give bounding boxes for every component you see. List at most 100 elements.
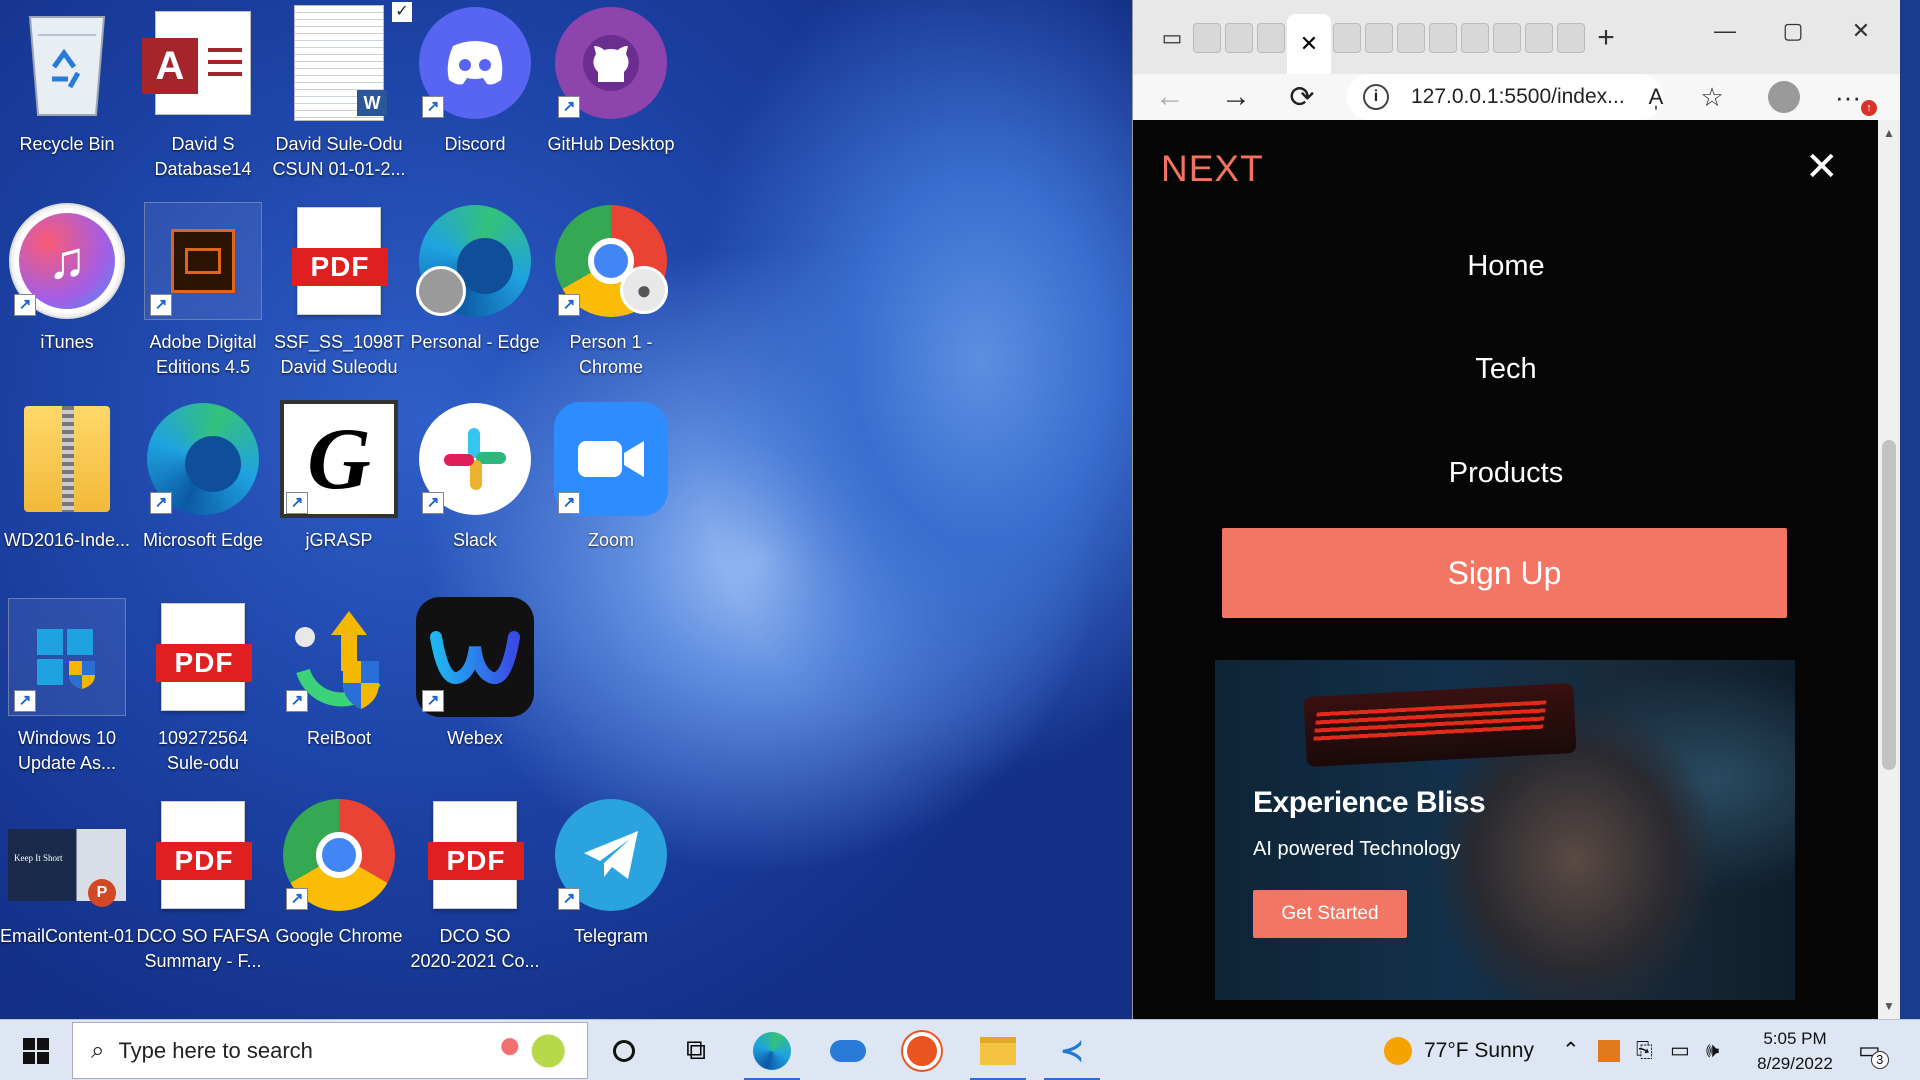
desktop-icon-microsoft-edge[interactable]: ↗ Microsoft Edge (136, 400, 270, 596)
taskbar-search-input[interactable]: ⌕ Type here to search (72, 1022, 588, 1079)
maximize-icon[interactable]: ▢ (1759, 10, 1827, 52)
desktop-icon-pdf-fafsa[interactable]: PDF DCO SO FAFSA Summary - F... (136, 796, 270, 992)
thumbnail-text: Keep It Short (14, 853, 63, 863)
read-aloud-icon[interactable]: A̩ (1633, 74, 1679, 120)
show-hidden-icons-chevron-icon[interactable]: ⌃ (1562, 1020, 1580, 1080)
minimize-icon[interactable]: — (1691, 10, 1759, 52)
profile-avatar-icon[interactable] (1761, 74, 1807, 120)
desktop-icon-zip-folder[interactable]: WD2016-Inde... (0, 400, 134, 596)
scroll-up-icon[interactable]: ▲ (1878, 126, 1900, 140)
get-started-button[interactable]: Get Started (1253, 890, 1407, 938)
desktop-icon-label: Person 1 - Chrome (569, 332, 653, 377)
start-button[interactable] (0, 1020, 72, 1080)
new-tab-plus-icon[interactable]: + (1587, 19, 1625, 57)
active-tab-close-icon[interactable]: ✕ (1287, 14, 1331, 74)
add-favorite-star-icon[interactable]: ☆ (1689, 74, 1735, 120)
desktop-icon-github-desktop[interactable]: ↗ GitHub Desktop (544, 4, 678, 200)
taskbar-file-explorer-icon[interactable] (962, 1020, 1034, 1080)
nav-link-home[interactable]: Home (1133, 250, 1879, 283)
zoom-icon: ↗ (552, 400, 670, 518)
reiboot-icon: ↗ (280, 598, 398, 716)
desktop-icon-zoom[interactable]: ↗ Zoom (544, 400, 678, 596)
zip-folder-icon (8, 400, 126, 518)
taskbar-onedrive-icon[interactable] (812, 1020, 884, 1080)
desktop-icon-windows-update-assistant[interactable]: ↗ Windows 10 Update As... (0, 598, 134, 794)
desktop-icon-pdf-109272564[interactable]: PDF 109272564 Sule-odu (136, 598, 270, 794)
desktop-icon-webex[interactable]: ↗ Webex (408, 597, 542, 794)
desktop-icon-recycle-bin[interactable]: Recycle Bin (0, 4, 134, 200)
desktop-icon-label: David S Database14 (154, 134, 252, 179)
tab-pinned[interactable] (1365, 23, 1393, 53)
desktop-icon-access-database[interactable]: A David S Database14 (136, 4, 270, 200)
vr-headset-image (1303, 682, 1577, 768)
forward-arrow-icon[interactable]: → (1213, 74, 1259, 120)
back-arrow-icon[interactable]: ← (1147, 74, 1193, 120)
desktop-icon-label: Webex (447, 728, 503, 748)
desktop-icon-reiboot[interactable]: ↗ ReiBoot (272, 598, 406, 794)
desktop-icon-google-chrome[interactable]: ↗ Google Chrome (272, 796, 406, 992)
address-input[interactable]: i 127.0.0.1:5500/index... (1347, 74, 1663, 120)
taskbar: ⌕ Type here to search ⧉ ≺ 77°F Sunny ⌃ ⎘… (0, 1019, 1920, 1080)
shortcut-arrow-icon: ↗ (150, 492, 172, 514)
shortcut-arrow-icon: ↗ (14, 294, 36, 316)
menu-close-icon[interactable]: ✕ (1805, 144, 1839, 190)
shortcut-arrow-icon: ↗ (14, 690, 36, 712)
tab-pinned[interactable] (1257, 23, 1285, 53)
word-letter: W (357, 90, 387, 116)
desktop-icon-person1-chrome[interactable]: ● ↗ Person 1 - Chrome (544, 202, 678, 398)
notification-center-icon[interactable]: ▭ 3 (1858, 1020, 1889, 1080)
tab-pinned[interactable] (1429, 23, 1457, 53)
pdf-file-icon: PDF (144, 796, 262, 914)
tab-actions-icon[interactable]: ▭ (1153, 19, 1191, 57)
scrollbar-thumb[interactable] (1882, 440, 1896, 770)
site-info-icon[interactable]: i (1363, 84, 1389, 110)
taskbar-vscode-icon[interactable]: ≺ (1036, 1020, 1108, 1080)
tab-pinned[interactable] (1225, 23, 1253, 53)
taskbar-edge-icon[interactable] (736, 1020, 808, 1080)
desktop-icon-telegram[interactable]: ↗ Telegram (544, 796, 678, 992)
nav-link-tech[interactable]: Tech (1133, 353, 1879, 386)
battery-icon[interactable]: ▭ (1670, 1020, 1690, 1080)
window-close-icon[interactable]: ✕ (1827, 10, 1895, 52)
desktop-icon-jgrasp[interactable]: G ↗ jGRASP (272, 400, 406, 596)
nav-link-products[interactable]: Products (1133, 457, 1879, 490)
tab-pinned[interactable] (1493, 23, 1521, 53)
pdf-label: PDF (156, 644, 252, 682)
desktop-icon-pdf-dco-2020[interactable]: PDF DCO SO 2020-2021 Co... (408, 796, 542, 992)
desktop-icon-word-doc[interactable]: W ✓ David Sule-Odu CSUN 01-01-2... (272, 2, 412, 200)
edge-profile-icon (416, 202, 534, 320)
person-icon: ● (620, 266, 668, 314)
tab-pinned[interactable] (1333, 23, 1361, 53)
taskbar-clock[interactable]: 5:05 PM 8/29/2022 (1740, 1026, 1850, 1076)
sign-up-button[interactable]: Sign Up (1222, 528, 1787, 618)
desktop-icon-adobe-digital-editions[interactable]: ↗ Adobe Digital Editions 4.5 (136, 202, 270, 398)
tab-pinned[interactable] (1193, 23, 1221, 53)
tab-pinned[interactable] (1461, 23, 1489, 53)
tab-pinned[interactable] (1525, 23, 1553, 53)
pdf-file-icon: PDF (280, 202, 398, 320)
desktop-icon-email-content[interactable]: Keep It Short P EmailContent-01 (0, 796, 134, 992)
refresh-icon[interactable]: ⟳ (1279, 74, 1325, 120)
desktop-icon-discord[interactable]: ↗ Discord (408, 4, 542, 200)
scroll-down-icon[interactable]: ▼ (1878, 999, 1900, 1013)
task-view-icon[interactable]: ⧉ (660, 1020, 732, 1080)
desktop: Recycle Bin A David S Database14 W ✓ Dav… (0, 0, 1132, 1019)
edge-browser-window: ▭ ✕ + — ▢ ✕ ← → ⟳ i 127.0.0.1:5500/index… (1132, 0, 1900, 1019)
pdf-label: PDF (428, 842, 524, 880)
weather-widget[interactable]: 77°F Sunny (1384, 1020, 1534, 1080)
tab-pinned[interactable] (1397, 23, 1425, 53)
desktop-icon-itunes[interactable]: ♫ ↗ iTunes (0, 202, 134, 398)
cortana-icon[interactable] (588, 1020, 660, 1080)
tab-pinned[interactable] (1557, 23, 1585, 53)
volume-icon[interactable]: 🕪 (1706, 1020, 1719, 1080)
desktop-icon-slack[interactable]: ↗ Slack (408, 400, 542, 596)
tray-device-icon[interactable]: ⎘ (1636, 1020, 1653, 1080)
tray-app-icon[interactable] (1598, 1020, 1620, 1080)
shortcut-arrow-icon: ↗ (422, 96, 444, 118)
desktop-icon-pdf-1098t[interactable]: PDF SSF_SS_1098T David Suleodu (272, 202, 406, 398)
site-logo[interactable]: NEXT (1161, 148, 1264, 190)
page-scrollbar[interactable]: ▲ ▼ (1878, 120, 1900, 1019)
discord-icon: ↗ (416, 4, 534, 122)
desktop-icon-personal-edge[interactable]: Personal - Edge (408, 202, 542, 398)
taskbar-ubuntu-icon[interactable] (886, 1020, 958, 1080)
